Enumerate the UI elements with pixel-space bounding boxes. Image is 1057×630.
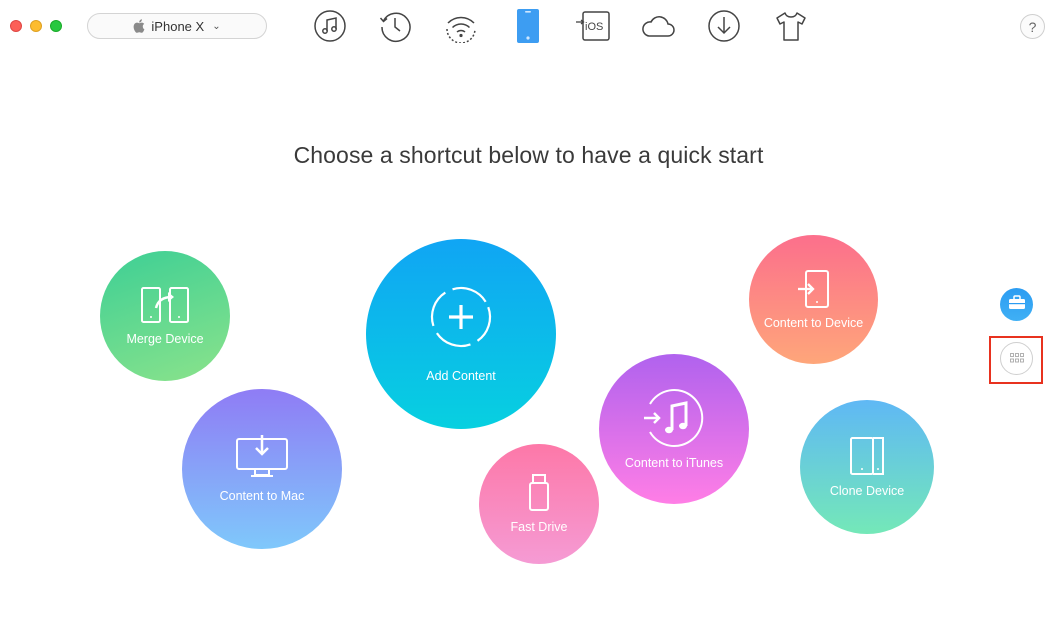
toolbox-icon — [1008, 294, 1026, 315]
download-icon[interactable] — [706, 8, 742, 44]
content-to-mac-button[interactable]: Content to Mac — [182, 389, 342, 549]
content-to-device-button[interactable]: Content to Device — [749, 235, 878, 364]
window-maximize-button[interactable] — [50, 20, 62, 32]
title-bar: iPhone X ⌄ iOS ? — [0, 0, 1057, 52]
clone-device-button[interactable]: Clone Device — [800, 400, 934, 534]
shortcut-label: Content to Device — [763, 315, 864, 330]
help-button[interactable]: ? — [1020, 14, 1045, 39]
clone-device-icon — [849, 436, 885, 476]
merge-device-icon — [140, 286, 190, 324]
content-to-mac-icon — [235, 435, 289, 479]
help-label: ? — [1028, 18, 1037, 35]
merge-device-button[interactable]: Merge Device — [100, 251, 230, 381]
more-button[interactable] — [1000, 342, 1033, 375]
wifi-sync-icon[interactable] — [443, 8, 479, 44]
tshirt-icon[interactable] — [773, 8, 809, 44]
fast-drive-button[interactable]: Fast Drive — [479, 444, 599, 564]
content-to-device-icon — [796, 269, 832, 308]
to-ios-text: iOS — [585, 21, 603, 33]
icloud-icon[interactable] — [640, 8, 676, 44]
history-icon[interactable] — [377, 8, 413, 44]
shortcut-label: Add Content — [426, 369, 496, 383]
to-ios-icon[interactable]: iOS — [575, 8, 611, 44]
window-close-button[interactable] — [10, 20, 22, 32]
device-selector[interactable]: iPhone X ⌄ — [87, 13, 267, 39]
add-content-button[interactable]: Add Content — [366, 239, 556, 429]
grid-icon — [1009, 350, 1024, 368]
content-to-itunes-button[interactable]: Content to iTunes — [599, 354, 749, 504]
shortcut-label: Content to Mac — [219, 489, 305, 503]
device-name: iPhone X — [151, 18, 205, 34]
music-icon[interactable] — [312, 8, 348, 44]
window-minimize-button[interactable] — [30, 20, 42, 32]
page-title: Choose a shortcut below to have a quick … — [293, 142, 764, 168]
iphone-icon[interactable] — [510, 8, 546, 44]
chevron-down-icon: ⌄ — [212, 20, 221, 32]
shortcut-label: Clone Device — [829, 484, 905, 498]
content-to-itunes-icon — [642, 388, 706, 448]
shortcut-label: Fast Drive — [510, 520, 568, 534]
toolbox-button[interactable] — [1000, 288, 1033, 321]
fast-drive-icon — [528, 474, 550, 512]
apple-icon — [133, 19, 145, 33]
add-content-icon — [429, 285, 493, 349]
shortcut-label: Merge Device — [126, 332, 204, 346]
shortcut-label: Content to iTunes — [624, 456, 724, 470]
